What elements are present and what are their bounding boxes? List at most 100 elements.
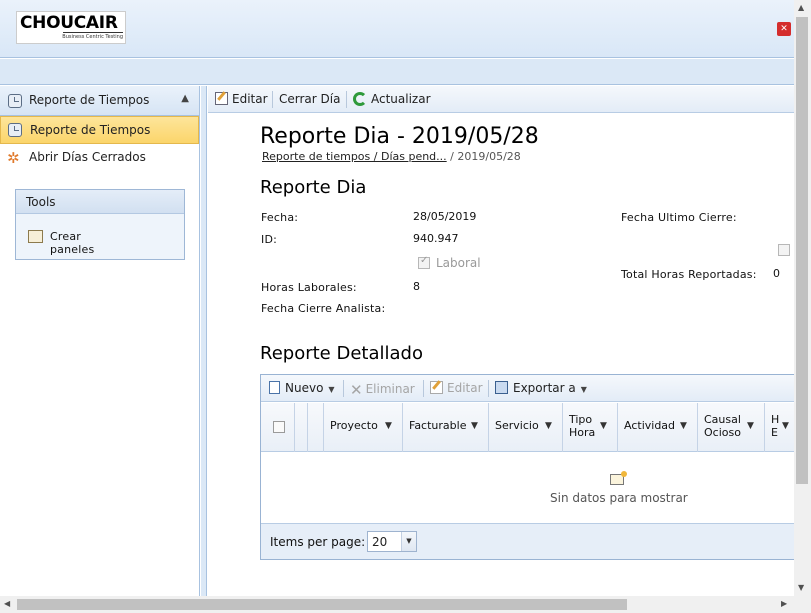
empty-icon [610,471,627,485]
new-label: Nuevo [285,381,324,395]
sidebar-item-label: Abrir Días Cerrados [29,150,146,164]
main-toolbar: Editar Cerrar Día Actualizar [208,86,794,113]
scroll-right-icon[interactable]: ▶ [781,599,787,608]
filter-icon[interactable]: ▼ [471,421,478,431]
grid-edit-button[interactable]: Editar [430,381,483,395]
column-he[interactable]: HE ▼ [765,403,794,452]
edit-icon [430,381,443,394]
chevron-down-icon[interactable]: ▼ [328,385,334,394]
close-day-button[interactable]: Cerrar Día [279,92,340,106]
main-content: Reporte Dia - 2019/05/28 Reporte de tiem… [208,114,794,596]
chevron-up-icon[interactable]: ▲ [181,93,189,104]
panel-icon [28,230,43,243]
new-icon [269,381,280,394]
header-strip [0,59,794,85]
export-icon [495,381,508,394]
horas-laborales-value: 8 [413,280,420,293]
breadcrumb-current: 2019/05/28 [457,150,521,163]
exit-icon[interactable]: ✕ [777,22,791,36]
app-header: CHOUCAIR Business Centric Testing ✕ [0,0,794,58]
reporte-dia-heading: Reporte Dia [260,177,367,198]
refresh-button[interactable]: Actualizar [353,92,431,106]
chevron-down-icon[interactable]: ▼ [581,385,587,394]
grid-pager: Items per page: 20 ▼ [261,523,794,559]
vertical-scroll-thumb[interactable] [796,17,808,484]
sidebar-item-reporte-tiempos[interactable]: Reporte de Tiempos [0,116,199,144]
filter-icon[interactable]: ▼ [545,421,552,431]
total-horas-label: Total Horas Reportadas: [621,268,757,281]
tools-panel: Tools Crear paneles [15,189,185,260]
ultimo-cierre-label: Fecha Ultimo Cierre: [621,211,737,224]
sidebar: Reporte de Tiempos ▲ Reporte de Tiempos … [0,86,200,596]
spacer-column [295,403,308,452]
filter-icon[interactable]: ▼ [747,421,754,431]
scroll-left-icon[interactable]: ◀ [4,599,10,608]
horas-laborales-label: Horas Laborales: [261,281,357,294]
column-proyecto[interactable]: Proyecto ▼ [324,403,403,452]
cierre-analista-label: Fecha Cierre Analista: [261,302,386,315]
column-causal-ocioso[interactable]: Causal Ocioso ▼ [698,403,765,452]
choucair-logo: CHOUCAIR Business Centric Testing [16,11,126,44]
clock-icon [8,94,22,108]
breadcrumb-separator: / [450,150,454,163]
sidebar-section-header[interactable]: Reporte de Tiempos ▲ [0,86,199,116]
export-button[interactable]: Exportar a ▼ [495,381,587,395]
column-actividad[interactable]: Actividad ▼ [618,403,698,452]
logo-tagline: Business Centric Testing [62,34,123,40]
delete-icon: ✕ [350,381,363,399]
delete-label: Eliminar [365,382,415,396]
reporte-detallado-heading: Reporte Detallado [260,343,423,364]
scroll-down-icon[interactable]: ▼ [798,583,804,592]
breadcrumb-link[interactable]: Reporte de tiempos / Días pend... [262,150,447,163]
total-horas-value: 0 [773,267,780,280]
clock-icon [8,123,22,137]
filter-icon[interactable]: ▼ [782,421,789,431]
chevron-down-icon[interactable]: ▼ [401,532,416,551]
delete-button[interactable]: ✕ Eliminar [350,381,415,399]
gear-icon: ✲ [7,149,20,167]
fecha-value: 28/05/2019 [413,210,477,223]
items-per-page-value: 20 [372,535,388,549]
grid-toolbar: Nuevo ▼ ✕ Eliminar Editar Exportar a ▼ [261,375,794,402]
crear-paneles-label: Crear paneles [50,230,95,256]
logo-text: CHOUCAIR [20,13,118,33]
filter-icon[interactable]: ▼ [385,421,392,431]
breadcrumb: Reporte de tiempos / Días pend... / 2019… [262,150,521,163]
id-label: ID: [261,233,278,246]
spacer-column [308,403,324,452]
fecha-label: Fecha: [261,211,299,224]
ultimo-cierre-checkbox[interactable] [778,244,790,256]
empty-state: Sin datos para mostrar [261,453,794,523]
column-facturable[interactable]: Facturable ▼ [403,403,489,452]
select-all-column [261,403,295,452]
detail-grid: Nuevo ▼ ✕ Eliminar Editar Exportar a ▼ Proy… [260,374,794,560]
refresh-label: Actualizar [371,92,431,106]
filter-icon[interactable]: ▼ [600,421,607,431]
new-button[interactable]: Nuevo ▼ [269,381,335,395]
filter-icon[interactable]: ▼ [680,421,687,431]
sidebar-splitter[interactable] [201,86,207,596]
items-per-page-select[interactable]: 20 ▼ [367,531,417,552]
column-tipo-hora[interactable]: Tipo Hora ▼ [563,403,618,452]
tools-title: Tools [16,190,184,214]
horizontal-scroll-thumb[interactable] [17,599,627,610]
sidebar-item-abrir-dias[interactable]: ✲ Abrir Días Cerrados [0,144,199,172]
vertical-scrollbar[interactable]: ▲ ▼ [794,0,811,596]
edit-button[interactable]: Editar [215,92,268,106]
select-all-checkbox[interactable] [273,421,285,433]
sidebar-item-label: Reporte de Tiempos [30,123,151,137]
items-per-page-label: Items per page: [270,535,366,549]
edit-icon [215,92,228,105]
laboral-checkbox[interactable] [418,255,430,269]
column-servicio[interactable]: Servicio ▼ [489,403,563,452]
page-title: Reporte Dia - 2019/05/28 [260,124,539,149]
horizontal-scrollbar[interactable]: ◀ ▶ [0,596,794,613]
grid-edit-label: Editar [447,381,483,395]
scroll-corner [794,596,811,613]
refresh-icon [353,92,367,106]
id-value: 940.947 [413,232,459,245]
export-label: Exportar a [513,381,576,395]
laboral-label: Laboral [436,256,481,270]
scroll-up-icon[interactable]: ▲ [798,3,804,12]
grid-header: Proyecto ▼ Facturable ▼ Servicio ▼ Tipo H… [261,403,794,452]
